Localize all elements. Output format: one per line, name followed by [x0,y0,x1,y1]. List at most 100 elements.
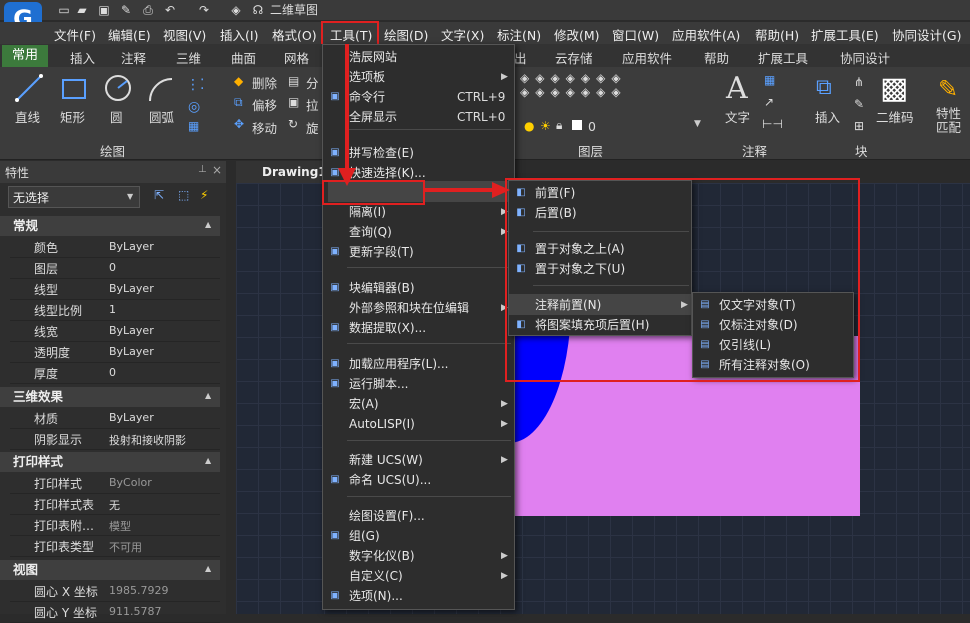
layer-dropdown[interactable]: 0 [588,119,596,134]
rotate-icon[interactable]: ↻ [288,117,298,131]
property-value[interactable]: 1 [109,303,116,316]
match-prop-label[interactable]: 特性匹配 [936,107,968,135]
menu-window[interactable]: 窗口(W) [612,25,659,44]
tools-menu-item[interactable]: 隔离(I) ▶ [323,202,513,222]
property-value[interactable]: ByLayer [109,345,154,358]
tools-menu-item[interactable]: ▣ 组(G) [323,526,513,546]
tools-menu-item[interactable]: 自定义(C) ▶ [323,566,513,586]
tools-menu-item[interactable]: 数字化仪(B) ▶ [323,546,513,566]
menu-draw[interactable]: 绘图(D) [384,25,428,44]
menu-ext-tools[interactable]: 扩展工具(E) [811,25,879,44]
hatch-icon[interactable]: ▦ [188,119,199,133]
explode-label[interactable]: 分 [306,73,319,92]
block-edit-icon[interactable]: ✎ [854,97,864,111]
tools-menu-item[interactable]: 外部参照和块在位编辑 ▶ [323,298,513,318]
insert-block-label[interactable]: 插入 [815,107,840,126]
close-panel-icon[interactable]: × [212,163,222,177]
move-icon[interactable]: ✥ [234,117,244,131]
property-value[interactable]: 0 [109,261,116,274]
dimension-icon[interactable]: ⊢⊣ [762,117,783,131]
table-icon[interactable]: ▦ [764,73,775,87]
section-header[interactable]: 打印样式 [0,452,220,472]
layer-dropdown-arrow-icon[interactable]: ▼ [694,119,701,129]
block-attr-icon[interactable]: ⋔ [854,75,864,89]
tab-apps[interactable]: 应用软件 [622,48,672,67]
property-value[interactable]: 0 [109,366,116,379]
offset-icon[interactable]: ⧉ [234,95,243,110]
stretch-icon[interactable]: ▣ [288,95,299,109]
tab-help[interactable]: 帮助 [704,48,729,67]
line-tool-label[interactable]: 直线 [15,107,40,126]
section-header[interactable]: 三维效果 [0,387,220,407]
erase-label[interactable]: 删除 [252,73,277,92]
leader-icon[interactable]: ↗ [764,95,774,109]
tab-surface[interactable]: 曲面 [231,48,256,67]
layers-icon[interactable]: ◈ [228,2,244,18]
menu-text[interactable]: 文字(X) [441,25,484,44]
layer-sun-icon[interactable]: ☀ [540,119,551,133]
rectangle-tool-icon[interactable] [60,77,88,101]
qr-code-icon[interactable]: ▩ [880,71,908,106]
tools-menu-item[interactable]: ▣ 选项(N)... [323,586,513,606]
arc-tool-label[interactable]: 圆弧 [149,107,174,126]
collapse-icon[interactable]: ▲ [205,456,211,465]
layer-lock-icon[interactable]: 🔒︎ [556,118,562,133]
tools-menu-item[interactable]: ▣ 加载应用程序(L)... [323,354,513,374]
tools-menu-item[interactable]: ▣ 块编辑器(B) [323,278,513,298]
select-objects-icon[interactable]: ⬚ [178,188,189,202]
property-value[interactable]: 1985.7929 [109,584,169,597]
tools-menu-item[interactable]: ▣ 命名 UCS(U)... [323,470,513,490]
ellipse-icon[interactable]: ◎ [188,99,200,115]
circle-tool-icon[interactable] [103,73,133,103]
polyline-icon[interactable]: ⋮⁚ [186,77,204,93]
drawing-tab[interactable]: Drawing1.d [236,161,340,183]
circle-tool-label[interactable]: 圆 [110,107,123,126]
tab-ext-tools[interactable]: 扩展工具 [758,48,808,67]
menu-edit[interactable]: 编辑(E) [108,25,151,44]
tools-menu-item[interactable]: ▣ 运行脚本... [323,374,513,394]
explode-icon[interactable]: ▤ [288,74,299,88]
headset-icon[interactable]: ☊ [250,2,266,18]
property-value[interactable]: ByLayer [109,411,154,424]
tools-menu-item[interactable]: 查询(Q) ▶ [323,222,513,242]
selection-dropdown[interactable]: 无选择 ▼ [8,186,140,208]
property-value[interactable]: 无 [109,497,120,513]
layer-tool-icons[interactable]: ◈◈◈◈◈◈◈ ◈◈◈◈◈◈◈ [520,71,690,115]
arc-tool-icon[interactable] [146,73,176,103]
menu-modify[interactable]: 修改(M) [554,25,600,44]
tab-insert[interactable]: 插入 [70,48,95,67]
section-header[interactable]: 常规 [0,216,220,236]
menu-insert[interactable]: 插入(I) [220,25,258,44]
menu-file[interactable]: 文件(F) [54,25,96,44]
tab-annotate[interactable]: 注释 [121,48,146,67]
tab-collab[interactable]: 协同设计 [840,48,890,67]
collapse-icon[interactable]: ▲ [205,220,211,229]
property-value[interactable]: ByLayer [109,324,154,337]
match-prop-icon[interactable]: ✎ [938,75,958,103]
open-folder-icon[interactable]: ▰ [74,2,90,18]
line-tool-icon[interactable] [14,73,44,103]
menu-dimension[interactable]: 标注(N) [497,25,541,44]
tab-3d[interactable]: 三维 [176,48,201,67]
pin-icon[interactable]: ⊥ [198,164,207,175]
erase-icon[interactable]: ◆ [234,74,243,88]
menu-format[interactable]: 格式(O) [272,25,317,44]
tools-menu-item[interactable]: AutoLISP(I) ▶ [323,414,513,434]
save-icon[interactable]: ▣ [96,2,112,18]
tools-menu-item[interactable]: ▣ 更新字段(T) [323,242,513,262]
layer-bulb-icon[interactable]: ● [524,119,534,133]
block-define-icon[interactable]: ⊞ [854,119,864,133]
property-value[interactable]: ByColor [109,476,152,489]
text-tool-icon[interactable]: A [726,71,748,106]
property-value[interactable]: ByLayer [109,282,154,295]
menu-collab[interactable]: 协同设计(G) [892,25,961,44]
tools-menu-item[interactable]: 宏(A) ▶ [323,394,513,414]
redo-icon[interactable]: ↷ [196,2,212,18]
tools-menu-item[interactable]: ▣ 数据提取(X)... [323,318,513,338]
rectangle-tool-label[interactable]: 矩形 [60,107,85,126]
new-file-icon[interactable]: ▭ [56,2,72,18]
tab-output[interactable]: 出 [514,48,527,67]
collapse-icon[interactable]: ▲ [205,564,211,573]
property-value[interactable]: 投射和接收阴影 [109,432,186,448]
tab-cloud[interactable]: 云存储 [555,48,593,67]
